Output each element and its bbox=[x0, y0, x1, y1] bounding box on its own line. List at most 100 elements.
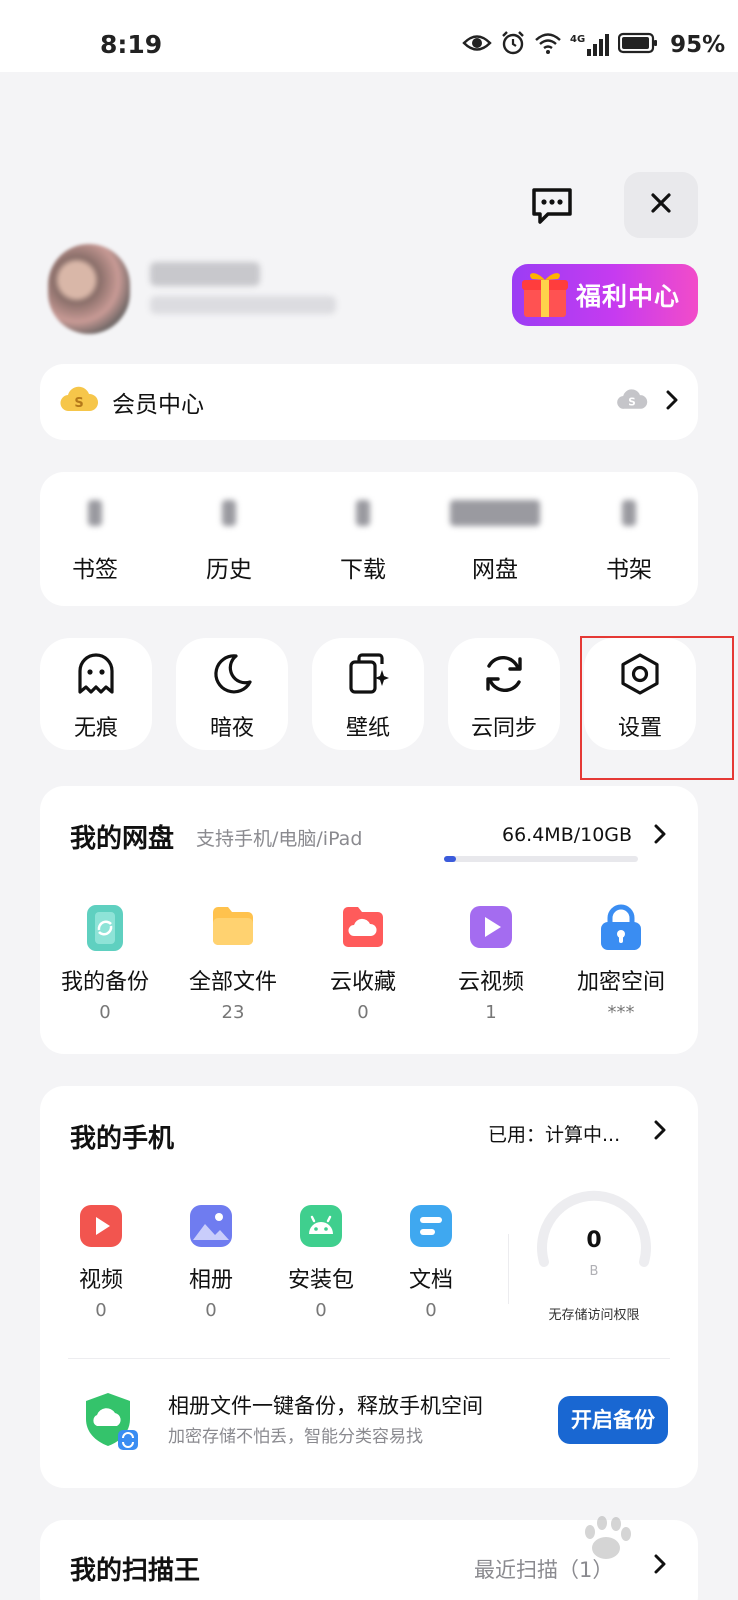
video-icon bbox=[79, 1204, 123, 1250]
quick-links-card: 书签 历史 下载 网盘 书架 bbox=[40, 472, 698, 606]
cloud-item-count: 0 bbox=[99, 1002, 111, 1023]
cloud-item-backup[interactable]: 我的备份 0 bbox=[50, 904, 160, 1023]
storage-gauge-value: 0 bbox=[586, 1228, 602, 1253]
quick-link-label: 下载 bbox=[340, 557, 386, 583]
cloud-item-label: 全部文件 bbox=[188, 970, 277, 995]
tool-night-mode[interactable]: 暗夜 bbox=[176, 638, 288, 750]
quick-link-label: 网盘 bbox=[472, 557, 518, 583]
cloud-item-label: 我的备份 bbox=[60, 970, 149, 995]
alarm-icon bbox=[500, 30, 526, 60]
scanner-title[interactable]: 我的扫描王 bbox=[70, 1550, 200, 1587]
divider bbox=[508, 1234, 509, 1304]
wifi-icon bbox=[534, 32, 562, 58]
phone-item-label: 文档 bbox=[408, 1268, 453, 1293]
my-phone-title[interactable]: 我的手机 bbox=[70, 1118, 174, 1155]
cloud-item-encrypted[interactable]: 加密空间 *** bbox=[566, 904, 676, 1023]
sync-icon bbox=[482, 652, 526, 700]
phone-item-videos[interactable]: 视频 0 bbox=[56, 1204, 146, 1321]
cloud-item-count: 1 bbox=[485, 1002, 497, 1023]
tool-label: 云同步 bbox=[470, 716, 537, 741]
count-blurred bbox=[622, 500, 636, 526]
settings-highlight-annotation bbox=[580, 636, 734, 780]
storage-gauge bbox=[537, 1190, 651, 1267]
chevron-right-icon[interactable] bbox=[654, 824, 666, 848]
cloud-disk-subtitle: 支持手机/电脑/iPad bbox=[196, 828, 363, 850]
count-blurred bbox=[88, 500, 102, 526]
phone-item-label: 安装包 bbox=[287, 1268, 354, 1293]
signal-icon: 4G bbox=[570, 34, 610, 56]
android-icon bbox=[299, 1204, 343, 1250]
username-blurred bbox=[150, 262, 260, 286]
phone-item-album[interactable]: 相册 0 bbox=[166, 1204, 256, 1321]
tool-cloud-sync[interactable]: 云同步 bbox=[448, 638, 560, 750]
count-blurred bbox=[450, 500, 540, 526]
quick-link-history[interactable]: 历史 bbox=[174, 472, 284, 606]
cloud-item-label: 云视频 bbox=[457, 970, 524, 995]
backup-promo-title: 相册文件一键备份，释放手机空间 bbox=[168, 1394, 483, 1418]
message-icon bbox=[530, 186, 574, 230]
document-icon bbox=[409, 1204, 453, 1250]
backup-phone-icon bbox=[83, 904, 127, 954]
moon-icon bbox=[210, 652, 254, 700]
quick-link-label: 历史 bbox=[206, 557, 252, 583]
cloud-disk-card: 我的网盘 支持手机/电脑/iPad 66.4MB/10GB 我的备份 0 全部文… bbox=[40, 786, 698, 1054]
close-button[interactable] bbox=[624, 172, 698, 238]
cloud-item-count: 23 bbox=[221, 1002, 245, 1023]
count-blurred bbox=[222, 500, 236, 526]
cloud-item-videos[interactable]: 云视频 1 bbox=[436, 904, 546, 1023]
phone-item-documents[interactable]: 文档 0 bbox=[386, 1204, 476, 1321]
cloud-storage-progress bbox=[444, 856, 638, 862]
phone-item-apk[interactable]: 安装包 0 bbox=[276, 1204, 366, 1321]
svg-text:S: S bbox=[628, 397, 635, 409]
enable-backup-button[interactable]: 开启备份 bbox=[558, 1396, 668, 1444]
quick-link-downloads[interactable]: 下载 bbox=[308, 472, 418, 606]
eye-icon bbox=[462, 32, 492, 58]
backup-promo-subtitle: 加密存储不怕丢，智能分类容易找 bbox=[168, 1427, 423, 1447]
gift-icon bbox=[520, 267, 570, 323]
lock-icon bbox=[599, 904, 643, 954]
vip-center-row[interactable]: S 会员中心 S bbox=[40, 364, 698, 440]
phone-item-label: 视频 bbox=[78, 1268, 123, 1293]
user-id-blurred bbox=[150, 296, 336, 314]
chevron-right-icon bbox=[666, 390, 678, 414]
phone-used-label[interactable]: 已用：计算中... bbox=[488, 1120, 620, 1147]
welfare-center-button[interactable]: 福利中心 bbox=[512, 264, 698, 326]
battery-icon bbox=[618, 32, 658, 58]
folder-icon bbox=[210, 904, 256, 954]
vip-cloud-icon: S bbox=[60, 385, 99, 419]
storage-gauge-unit: B bbox=[589, 1264, 599, 1279]
status-time: 8:19 bbox=[100, 30, 163, 59]
phone-item-count: 0 bbox=[95, 1300, 107, 1321]
phone-item-count: 0 bbox=[205, 1300, 217, 1321]
svg-text:S: S bbox=[74, 396, 83, 411]
cloud-disk-title[interactable]: 我的网盘 bbox=[70, 818, 174, 855]
cloud-item-count: 0 bbox=[357, 1002, 369, 1023]
quick-link-bookshelf[interactable]: 书架 bbox=[574, 472, 684, 606]
paw-watermark-icon bbox=[585, 1516, 631, 1559]
quick-link-cloud-disk[interactable]: 网盘 bbox=[440, 472, 550, 606]
quick-link-bookmarks[interactable]: 书签 bbox=[40, 472, 150, 606]
network-type: 4G bbox=[570, 34, 586, 45]
message-button[interactable] bbox=[520, 176, 584, 240]
cloud-storage-usage[interactable]: 66.4MB/10GB bbox=[502, 824, 632, 846]
progress-fill bbox=[444, 856, 456, 862]
cloud-video-icon bbox=[468, 904, 514, 954]
quick-link-label: 书签 bbox=[72, 557, 118, 583]
welfare-center-label: 福利中心 bbox=[576, 282, 681, 311]
tool-label: 无痕 bbox=[73, 716, 118, 741]
avatar[interactable] bbox=[48, 244, 130, 334]
phone-item-count: 0 bbox=[425, 1300, 437, 1321]
cloud-item-all-files[interactable]: 全部文件 23 bbox=[178, 904, 288, 1023]
vip-center-label: 会员中心 bbox=[112, 392, 204, 418]
wallpaper-icon bbox=[346, 652, 390, 700]
backup-shield-icon bbox=[86, 1393, 138, 1450]
chevron-right-icon[interactable] bbox=[654, 1120, 666, 1144]
cloud-item-favorites[interactable]: 云收藏 0 bbox=[308, 904, 418, 1023]
phone-item-label: 相册 bbox=[188, 1268, 233, 1293]
tool-label: 壁纸 bbox=[345, 716, 390, 741]
cloud-favorite-icon bbox=[340, 904, 386, 954]
tool-wallpaper[interactable]: 壁纸 bbox=[312, 638, 424, 750]
divider bbox=[68, 1358, 670, 1359]
tool-incognito[interactable]: 无痕 bbox=[40, 638, 152, 750]
storage-permission-note: 无存储访问权限 bbox=[548, 1308, 640, 1323]
